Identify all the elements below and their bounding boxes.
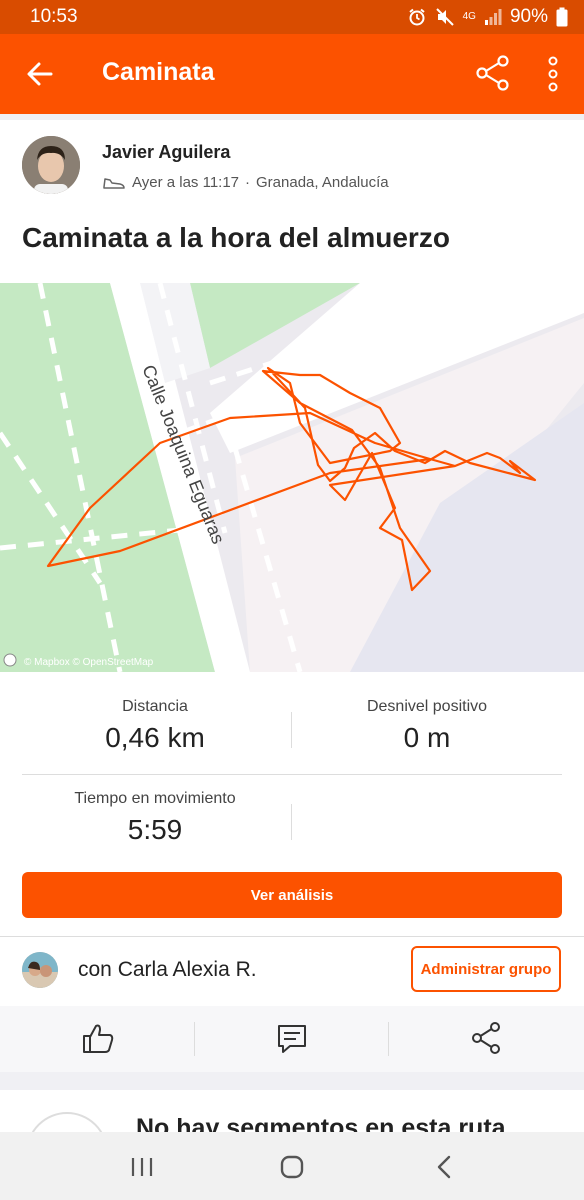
stat-distance-label: Distancia: [122, 698, 188, 715]
athlete-avatar[interactable]: [22, 136, 80, 194]
action-divider-2: [388, 1022, 389, 1056]
recents-icon[interactable]: [127, 1152, 157, 1182]
group-member-photo: [22, 952, 58, 988]
back-icon[interactable]: [430, 1152, 460, 1182]
map-canvas: Calle Joaquina Eguaras © Mapbox © OpenSt…: [0, 283, 584, 672]
stat-elevation: Desnivel positivo 0 m: [312, 698, 542, 754]
header-divider: [0, 114, 584, 120]
mute-icon: [435, 8, 454, 26]
map-attribution[interactable]: © Mapbox © OpenStreetMap: [3, 653, 154, 668]
route-map[interactable]: Calle Joaquina Eguaras © Mapbox © OpenSt…: [0, 283, 584, 672]
section-separator: [0, 1072, 584, 1090]
battery-icon: [556, 7, 568, 27]
group-text: con Carla Alexia R.: [78, 958, 257, 981]
app-bar: Caminata: [0, 34, 584, 114]
view-analysis-button[interactable]: Ver análisis: [22, 872, 562, 918]
group-member-avatar[interactable]: [22, 952, 58, 988]
alarm-icon: [408, 8, 425, 26]
status-icons: 4G 90%: [407, 6, 568, 28]
action-divider-1: [194, 1022, 195, 1056]
network-type: 4G: [462, 11, 476, 22]
app-bar-title: Caminata: [102, 58, 215, 86]
stat-elevation-value: 0 m: [403, 722, 451, 753]
system-nav-bar: [0, 1132, 584, 1200]
stats-divider-bottom: [291, 804, 292, 840]
stats-divider-top: [291, 712, 292, 748]
map-attribution-text: © Mapbox © OpenStreetMap: [24, 657, 154, 668]
thumbs-up-icon[interactable]: [78, 1018, 118, 1058]
status-time: 10:53: [30, 6, 78, 27]
stat-distance-value: 0,46 km: [105, 722, 205, 753]
activity-meta: Ayer a las 11:17 · Granada, Andalucía: [102, 174, 389, 191]
activity-location: Granada, Andalucía: [256, 174, 389, 191]
share-icon[interactable]: [474, 54, 512, 92]
shoe-icon: [103, 177, 125, 189]
more-vert-icon[interactable]: [540, 54, 566, 94]
signal-icon: [484, 9, 502, 25]
stat-moving-time-value: 5:59: [127, 814, 183, 845]
stats-row-divider: [22, 774, 562, 775]
action-bar: [0, 1006, 584, 1072]
stat-distance: Distancia 0,46 km: [40, 698, 270, 754]
comment-icon[interactable]: [272, 1018, 312, 1058]
activity-title: Caminata a la hora del almuerzo: [22, 222, 450, 253]
manage-group-button[interactable]: Administrar grupo: [411, 946, 561, 992]
battery-percent: 90%: [509, 6, 548, 27]
home-icon[interactable]: [277, 1152, 307, 1182]
status-bar: 10:53 4G 90%: [0, 0, 584, 34]
stat-elevation-label: Desnivel positivo: [366, 698, 488, 715]
activity-date: Ayer a las 11:17: [132, 174, 240, 191]
stat-moving-time-label: Tiempo en movimiento: [74, 790, 236, 807]
group-top-divider: [0, 936, 584, 937]
stat-moving-time: Tiempo en movimiento 5:59: [40, 790, 270, 846]
back-arrow-icon[interactable]: [24, 58, 56, 90]
share-icon[interactable]: [466, 1018, 506, 1058]
athlete-photo: [22, 136, 80, 194]
meta-separator: ·: [245, 174, 251, 191]
athlete-name[interactable]: Javier Aguilera: [102, 142, 230, 163]
